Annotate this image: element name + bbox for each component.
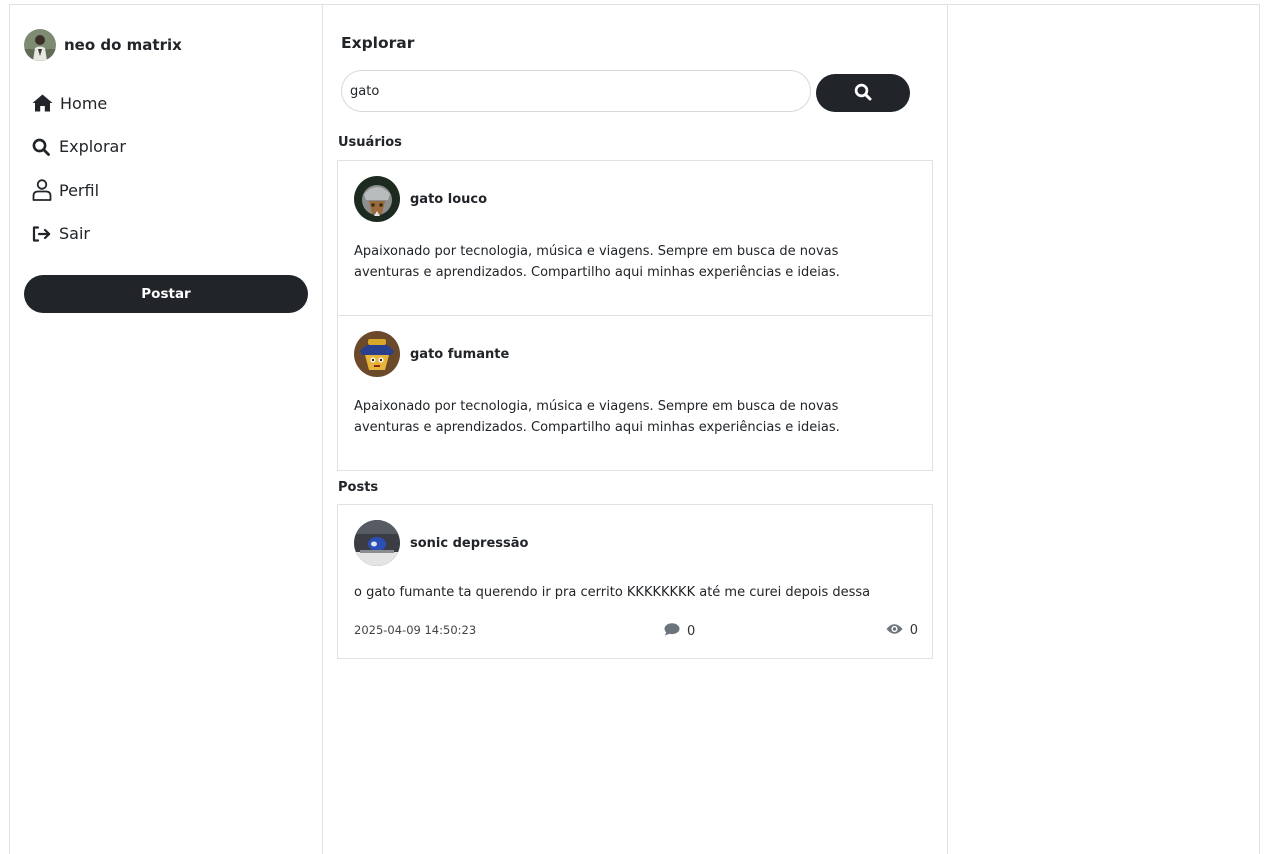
sidebar-item-label: Explorar [59, 137, 126, 156]
user-icon [32, 179, 54, 201]
search-input[interactable] [341, 70, 811, 112]
post-author[interactable]: sonic depressão [410, 536, 528, 551]
sidebar-item-home[interactable]: Home [32, 90, 126, 116]
post-text: o gato fumante ta querendo ir pra cerrit… [354, 585, 871, 600]
right-sidebar [947, 4, 1260, 854]
comment-count: 0 [687, 623, 696, 639]
view-count: 0 [909, 623, 918, 638]
eye-icon [886, 623, 903, 638]
home-icon [32, 92, 54, 114]
post-button[interactable]: Postar [24, 275, 308, 313]
user-bio: Apaixonado por tecnologia, música e viag… [354, 399, 840, 435]
sidebar-item-label: Home [60, 93, 108, 113]
posts-section-label: Posts [338, 480, 379, 495]
avatar [24, 29, 56, 61]
user-name[interactable]: gato louco [410, 192, 487, 207]
user-card[interactable]: gato louco Apaixonado por tecnologia, mú… [337, 160, 933, 316]
sidebar-item-sair[interactable]: Sair [32, 221, 126, 247]
views: 0 [886, 623, 918, 638]
user-name[interactable]: gato fumante [410, 347, 509, 362]
post-date: 2025-04-09 14:50:23 [354, 623, 477, 637]
sidebar-item-label: Perfil [59, 180, 100, 200]
profile-name: neo do matrix [64, 36, 182, 54]
user-bio: Apaixonado por tecnologia, música e viag… [354, 244, 840, 280]
user-card[interactable]: gato fumante Apaixonado por tecnologia, … [337, 315, 933, 471]
sidebar-item-explorar[interactable]: Explorar [32, 134, 126, 160]
comment-icon [664, 623, 680, 639]
users-section-label: Usuários [338, 135, 402, 150]
search-icon [32, 136, 54, 158]
search-button[interactable] [816, 74, 910, 112]
post-card[interactable]: sonic depressão o gato fumante ta queren… [337, 504, 933, 659]
comments-button[interactable]: 0 [664, 623, 695, 639]
logout-icon [32, 223, 54, 245]
search-icon [854, 83, 872, 104]
sidebar-item-label: Sair [59, 224, 90, 243]
avatar [354, 331, 400, 377]
avatar [354, 520, 400, 566]
avatar [354, 176, 400, 222]
sidebar-item-perfil[interactable]: Perfil [32, 177, 126, 203]
sidebar-nav: Home Explorar Perfil Sair [32, 90, 126, 264]
current-user-profile[interactable]: neo do matrix [24, 29, 182, 61]
post-meta: 2025-04-09 14:50:23 0 0 [354, 623, 918, 641]
page-title: Explorar [341, 34, 415, 52]
